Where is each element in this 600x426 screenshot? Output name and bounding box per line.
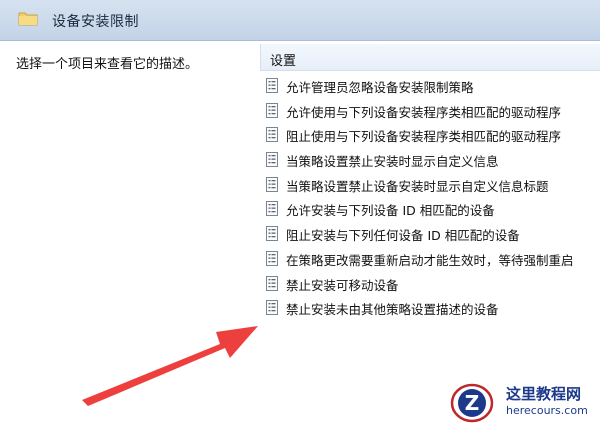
policy-setting-label: 禁止安装未由其他策略设置描述的设备 (286, 302, 499, 318)
policy-document-icon (266, 102, 278, 118)
watermark-logo: Z 这里教程网 herecours.com (450, 380, 600, 426)
policy-setting-label: 允许安装与下列设备 ID 相匹配的设备 (286, 203, 495, 219)
policy-document-icon (266, 152, 278, 168)
policy-setting-item[interactable]: 阻止使用与下列设备安装程序类相匹配的驱动程序 (264, 122, 600, 147)
column-header-settings[interactable]: 设置 (260, 44, 600, 71)
policy-setting-label: 允许使用与下列设备安装程序类相匹配的驱动程序 (286, 104, 562, 120)
policy-setting-item[interactable]: 阻止安装与下列任何设备 ID 相匹配的设备 (264, 221, 600, 246)
policy-document-icon (266, 226, 278, 242)
policy-setting-item[interactable]: 允许安装与下列设备 ID 相匹配的设备 (264, 196, 600, 221)
description-pane: 选择一个项目来查看它的描述。 (0, 41, 251, 426)
policy-document-icon (266, 127, 278, 143)
policy-setting-label: 在策略更改需要重新启动才能生效时，等待强制重启 (286, 252, 574, 268)
policy-setting-label: 当策略设置禁止设备安装时显示自定义信息标题 (286, 178, 549, 194)
page-title: 设备安装限制 (52, 14, 139, 30)
policy-document-icon (266, 78, 278, 93)
policy-setting-item[interactable]: 禁止安装可移动设备 (264, 271, 600, 296)
policy-setting-label: 阻止安装与下列任何设备 ID 相匹配的设备 (286, 228, 520, 244)
settings-pane: 设置 允许管理员忽略设备安装限制策略允许使用与下列设备安装程序类相匹配的驱动程序… (250, 41, 600, 426)
title-bar: 设备安装限制 (0, 0, 600, 41)
watermark-url: herecours.com (506, 404, 588, 417)
policy-setting-label: 禁止安装可移动设备 (286, 277, 399, 293)
policy-setting-label: 当策略设置禁止安装时显示自定义信息 (286, 154, 499, 170)
description-text: 选择一个项目来查看它的描述。 (16, 57, 199, 72)
watermark-name: 这里教程网 (506, 385, 582, 403)
policy-document-icon (266, 300, 278, 316)
policy-setting-item[interactable]: 允许管理员忽略设备安装限制策略 (264, 73, 600, 98)
policy-setting-item[interactable]: 禁止安装未由其他策略设置描述的设备 (264, 295, 600, 320)
policy-setting-label: 阻止使用与下列设备安装程序类相匹配的驱动程序 (286, 129, 562, 145)
policy-document-icon (266, 250, 278, 266)
policy-setting-item[interactable]: 在策略更改需要重新启动才能生效时，等待强制重启 (264, 246, 600, 271)
policy-setting-item[interactable]: 当策略设置禁止设备安装时显示自定义信息标题 (264, 172, 600, 197)
policy-setting-item[interactable]: 允许使用与下列设备安装程序类相匹配的驱动程序 (264, 98, 600, 123)
settings-list: 允许管理员忽略设备安装限制策略允许使用与下列设备安装程序类相匹配的驱动程序 阻止使… (264, 73, 600, 320)
column-header-label: 设置 (270, 54, 297, 69)
policy-document-icon (266, 176, 278, 192)
policy-setting-label: 允许管理员忽略设备安装限制策略 (286, 80, 474, 95)
z-logo-icon: Z (450, 383, 494, 423)
policy-setting-item[interactable]: 当策略设置禁止安装时显示自定义信息 (264, 147, 600, 172)
folder-icon (18, 12, 38, 26)
svg-text:Z: Z (465, 391, 480, 415)
policy-document-icon (266, 275, 278, 291)
policy-document-icon (266, 201, 278, 217)
